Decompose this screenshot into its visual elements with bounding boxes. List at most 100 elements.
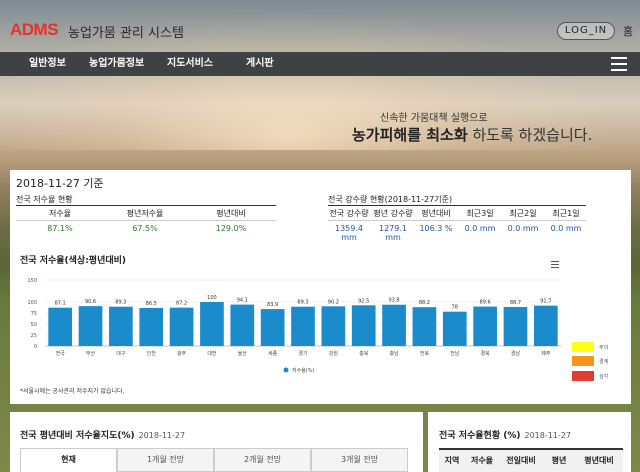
reservoir-header-rate: 저수율 bbox=[48, 209, 72, 218]
tab-3month[interactable]: 3개월 전망 bbox=[311, 448, 408, 472]
x-tick-label: 제주 bbox=[541, 350, 551, 357]
reservoir-value-ratio: 129.0% bbox=[215, 224, 247, 233]
x-tick-label: 세종 bbox=[268, 350, 278, 357]
y-tick-label: 75 bbox=[31, 311, 37, 317]
bar bbox=[78, 306, 103, 346]
data-label: 88.7 bbox=[510, 300, 521, 306]
legend-alert-label: 경계 bbox=[599, 359, 609, 365]
home-link[interactable]: 홈 bbox=[623, 23, 633, 39]
bar bbox=[473, 306, 497, 346]
data-label: 89.3 bbox=[115, 300, 126, 306]
rainfall-header-2day: 최근2일 bbox=[509, 209, 537, 218]
table-header-normal: 평년 bbox=[551, 456, 567, 465]
table-header-row: 지역 저수율 전일대비 평년 평년대비 bbox=[439, 448, 623, 472]
nav-item-drought-info[interactable]: 농업가뭄정보 bbox=[89, 52, 144, 76]
top-header: ADMS 농업가뭄 관리 시스템 LOG_IN 홈 bbox=[0, 0, 640, 52]
x-tick-label: 광주 bbox=[177, 350, 187, 357]
rainfall-value-1day: 0.0 mm bbox=[550, 224, 582, 233]
reservoir-header-normal: 평년저수율 bbox=[126, 209, 164, 218]
legend-severe-label: 심각 bbox=[599, 374, 609, 380]
table-title: 전국 저수율현황 (%) 2018-11-27 bbox=[439, 428, 571, 441]
login-button[interactable]: LOG_IN bbox=[557, 22, 615, 40]
legend-caution-label: 주의 bbox=[599, 345, 609, 351]
tab-current[interactable]: 현재 bbox=[20, 448, 117, 472]
data-label: 92.5 bbox=[358, 298, 369, 304]
x-tick-label: 전남 bbox=[450, 350, 460, 357]
bar bbox=[291, 306, 315, 346]
map-title: 전국 평년대비 저수율지도(%) 2018-11-27 bbox=[20, 428, 185, 441]
bar bbox=[139, 307, 164, 346]
bar bbox=[48, 307, 73, 346]
slogan-line-2: 농가피해를 최소화 하도록 하겠습니다. bbox=[352, 124, 592, 145]
y-tick-label: 0 bbox=[34, 344, 37, 350]
slogan-highlight: 농가피해를 최소화 bbox=[352, 126, 468, 144]
chart-footnote: *서울시에는 공사관리 저수지가 없습니다. bbox=[20, 388, 125, 395]
table-header-rate: 저수율 bbox=[470, 456, 494, 465]
data-label: 94.1 bbox=[237, 298, 248, 304]
x-tick-label: 전국 bbox=[56, 350, 66, 357]
nav-item-board[interactable]: 게시판 bbox=[246, 52, 274, 76]
data-label: 91.7 bbox=[540, 299, 551, 305]
reservoir-value-normal: 67.5% bbox=[132, 224, 158, 233]
nav-item-general[interactable]: 일반정보 bbox=[29, 52, 66, 76]
tab-2month[interactable]: 2개월 전망 bbox=[214, 448, 311, 472]
nav-item-map-service[interactable]: 지도서비스 bbox=[167, 52, 213, 76]
rainfall-status-title: 전국 강수량 현황(2018-11-27기준) bbox=[328, 195, 453, 204]
data-label: 88.2 bbox=[419, 300, 430, 306]
x-tick-label: 경기 bbox=[298, 350, 307, 357]
reservoir-row-line bbox=[16, 220, 276, 221]
rainfall-header-total: 전국 강수량 bbox=[329, 209, 369, 218]
rainfall-header-normal: 평년 강수량 bbox=[373, 209, 413, 218]
reservoir-table-panel: 전국 저수율현황 (%) 2018-11-27 지역 저수율 전일대비 평년 평년… bbox=[428, 412, 631, 472]
system-name: 농업가뭄 관리 시스템 bbox=[68, 26, 184, 41]
bar bbox=[109, 306, 133, 346]
x-tick-label: 충남 bbox=[389, 350, 399, 357]
series-legend-marker bbox=[283, 367, 289, 373]
rainfall-header-line bbox=[328, 205, 586, 206]
data-label: 87.2 bbox=[176, 301, 187, 307]
rainfall-row-line bbox=[328, 220, 586, 221]
map-date: 2018-11-27 bbox=[138, 431, 186, 440]
data-label: 83.9 bbox=[267, 302, 278, 308]
x-tick-label: 강원 bbox=[329, 350, 339, 357]
table-title-text: 전국 저수율현황 (%) bbox=[439, 431, 521, 441]
chart-panel: 전국 저수율(색상:평년대비) 0 25 50 75 100 150 87.1 전국 90.6 부… bbox=[10, 240, 631, 404]
table-header-daily: 전일대비 bbox=[506, 456, 536, 465]
bar bbox=[533, 305, 558, 346]
bar bbox=[230, 304, 255, 346]
data-label: 86.5 bbox=[146, 301, 157, 307]
main-nav: 일반정보 농업가뭄정보 지도서비스 게시판 bbox=[0, 52, 640, 76]
x-tick-label: 인천 bbox=[147, 350, 157, 357]
bar bbox=[351, 305, 376, 346]
status-date: 2018-11-27 기준 bbox=[16, 177, 104, 190]
menu-icon[interactable] bbox=[611, 57, 627, 71]
table-header-ratio: 평년대비 bbox=[584, 456, 614, 465]
rainfall-value-3day: 0.0 mm bbox=[464, 224, 496, 233]
legend-alert-swatch bbox=[572, 356, 594, 366]
data-label: 87.1 bbox=[55, 301, 66, 307]
bar bbox=[412, 307, 437, 346]
slogan-line-1: 신속한 가뭄대책 실행으로 bbox=[380, 113, 488, 124]
bar bbox=[260, 309, 285, 346]
map-panel: 전국 평년대비 저수율지도(%) 2018-11-27 현재 1개월 전망 2개월… bbox=[10, 412, 423, 472]
data-label: 93.8 bbox=[388, 298, 399, 304]
data-label: 100 bbox=[207, 295, 217, 301]
x-tick-label: 전북 bbox=[420, 350, 430, 357]
bar bbox=[200, 302, 224, 346]
reservoir-header-ratio: 평년대비 bbox=[216, 209, 246, 218]
x-tick-label: 충북 bbox=[359, 350, 369, 357]
rainfall-value-2day: 0.0 mm bbox=[507, 224, 539, 233]
y-tick-label: 100 bbox=[27, 300, 37, 306]
x-tick-label: 부산 bbox=[86, 350, 96, 357]
reservoir-header-line bbox=[16, 205, 276, 206]
map-title-text: 전국 평년대비 저수율지도(%) bbox=[20, 431, 135, 441]
data-label: 89.3 bbox=[297, 300, 308, 306]
x-tick-label: 경북 bbox=[481, 350, 491, 357]
bar bbox=[503, 306, 528, 346]
bar bbox=[442, 311, 467, 346]
status-panel: 2018-11-27 기준 전국 저수율 현황 저수율 평년저수율 평년대비 8… bbox=[10, 170, 631, 242]
data-label: 78 bbox=[452, 305, 458, 311]
rainfall-header-ratio: 평년대비 bbox=[421, 209, 451, 218]
logo[interactable]: ADMS bbox=[10, 20, 59, 40]
tab-1month[interactable]: 1개월 전망 bbox=[117, 448, 214, 472]
